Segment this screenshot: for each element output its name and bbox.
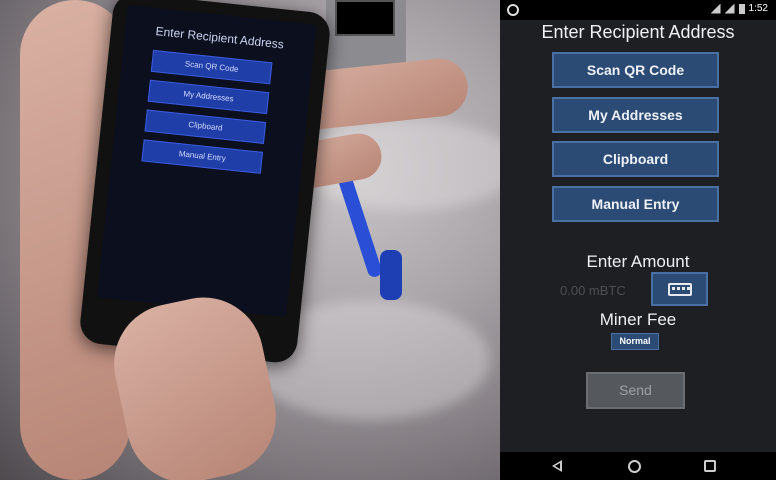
status-bar: 1:52 bbox=[500, 0, 776, 20]
navigation-bar bbox=[500, 452, 776, 480]
battery-icon bbox=[738, 3, 745, 14]
manual-entry-button[interactable]: Manual Entry bbox=[552, 186, 719, 222]
usb-connector bbox=[380, 250, 402, 300]
amount-label: Enter Amount bbox=[586, 252, 690, 271]
photo-phone-button: Clipboard bbox=[144, 109, 267, 144]
back-icon[interactable] bbox=[552, 460, 562, 472]
photo-phone-screen: Enter Recipient Address Scan QR Code My … bbox=[96, 4, 317, 318]
page-title: Enter Recipient Address bbox=[541, 22, 735, 42]
app-screen: 1:52 Enter Recipient Address Scan QR Cod… bbox=[500, 0, 776, 480]
amount-input[interactable]: 0.00 mBTC bbox=[560, 283, 626, 298]
keyboard-button[interactable] bbox=[651, 272, 708, 306]
photo-panel: Enter Recipient Address Scan QR Code My … bbox=[0, 0, 500, 480]
send-button[interactable]: Send bbox=[586, 372, 685, 409]
status-icons: 1:52 bbox=[710, 3, 768, 14]
wifi-icon bbox=[710, 3, 721, 14]
device-screen bbox=[335, 0, 395, 36]
notification-icon bbox=[507, 4, 519, 16]
photo-phone-button: Manual Entry bbox=[141, 139, 264, 174]
miner-fee-label: Miner Fee bbox=[599, 310, 677, 329]
scan-qr-button[interactable]: Scan QR Code bbox=[552, 52, 719, 88]
clipboard-button[interactable]: Clipboard bbox=[552, 141, 719, 177]
home-icon[interactable] bbox=[628, 460, 641, 473]
photo-phone-button: My Addresses bbox=[147, 79, 270, 115]
my-addresses-button[interactable]: My Addresses bbox=[552, 97, 719, 133]
photo-phone-button: Scan QR Code bbox=[150, 49, 273, 85]
signal-icon bbox=[724, 3, 735, 14]
miner-fee-selector[interactable]: Normal bbox=[611, 333, 659, 350]
keyboard-icon bbox=[668, 283, 692, 296]
recent-apps-icon[interactable] bbox=[704, 460, 716, 472]
clock: 1:52 bbox=[748, 3, 768, 14]
